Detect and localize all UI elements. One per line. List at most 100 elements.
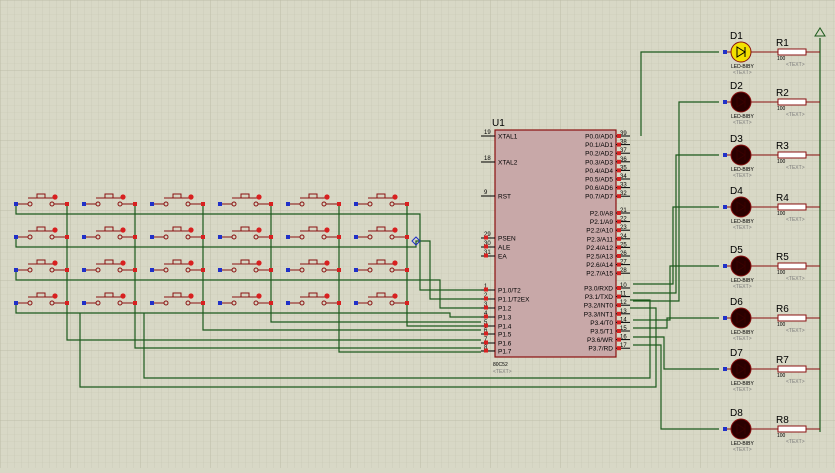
pin-marker xyxy=(484,314,488,319)
state-dot xyxy=(52,293,58,299)
chip-pin-number: 25 xyxy=(620,242,627,248)
terminal-right xyxy=(405,202,409,206)
terminal-right xyxy=(337,202,341,206)
led-off-icon xyxy=(730,418,752,440)
led-terminal xyxy=(723,427,727,431)
terminal-right xyxy=(133,202,137,206)
chip-text-placeholder: <TEXT> xyxy=(493,369,512,375)
resistor-value-label: 100 xyxy=(777,159,786,165)
led-text-placeholder: <TEXT> xyxy=(733,120,752,126)
pin-marker xyxy=(617,245,621,250)
resistor-value-label: 100 xyxy=(777,106,786,112)
state-dot xyxy=(188,293,194,299)
pin-marker xyxy=(617,151,621,156)
state-dot xyxy=(256,194,262,200)
resistor-body xyxy=(777,203,807,211)
pin-marker xyxy=(484,331,488,336)
chip-pin-name: P1.1/T2EX xyxy=(498,297,530,304)
schematic-canvas[interactable]: U1 80C52 <TEXT> 19 XTAL1 18 XTAL2 9 RST 29 PSEN 30 A… xyxy=(0,0,835,468)
chip-pin-name: P2.6/A14 xyxy=(586,262,613,269)
pin-marker xyxy=(617,177,621,181)
resistor-body xyxy=(777,98,807,106)
pin-marker xyxy=(617,211,621,215)
resistor-body xyxy=(777,262,807,270)
terminal-left xyxy=(218,235,222,239)
terminal-left xyxy=(82,202,86,206)
pin-marker xyxy=(484,235,488,240)
pin-marker xyxy=(617,194,621,199)
chip-pin-number: 36 xyxy=(620,157,627,163)
led-terminal xyxy=(723,100,727,104)
terminal-right xyxy=(405,268,409,272)
led-ref-label: D1 xyxy=(730,31,743,42)
chip-pin-name: P0.3/AD3 xyxy=(585,159,613,166)
chip-pin-name: P2.5/A13 xyxy=(586,254,613,261)
led-text-placeholder: <TEXT> xyxy=(733,225,752,231)
pin-marker xyxy=(617,346,621,351)
resistor-ref-label: R7 xyxy=(776,355,789,366)
state-dot xyxy=(52,260,58,266)
resistor-value-label: 100 xyxy=(777,373,786,379)
terminal-left xyxy=(14,202,18,206)
resistor-text-placeholder: <TEXT> xyxy=(786,112,805,118)
chip-pin-name: P1.5 xyxy=(498,332,512,339)
chip-pin-name: P1.3 xyxy=(498,315,512,322)
chip-pin-number: 35 xyxy=(620,165,627,171)
pin-marker xyxy=(617,271,621,276)
chip-pin-name: XTAL1 xyxy=(498,134,518,141)
terminal-right xyxy=(201,301,205,305)
state-dot xyxy=(120,194,126,200)
chip-pin-name: P1.4 xyxy=(498,324,512,331)
chip-pin-number: 38 xyxy=(620,140,627,146)
terminal-left xyxy=(218,202,222,206)
state-dot xyxy=(52,194,58,200)
chip-pin-name: P0.1/AD1 xyxy=(585,142,613,149)
state-dot xyxy=(392,227,398,233)
terminal-left xyxy=(354,301,358,305)
terminal-right xyxy=(269,202,273,206)
chip-pin-name: P3.2/INT0 xyxy=(584,303,614,310)
resistor-body xyxy=(777,151,807,159)
pin-marker xyxy=(484,287,488,292)
chip-pin-number: 37 xyxy=(620,148,627,154)
chip-pin-number: 14 xyxy=(620,317,627,323)
pin-marker xyxy=(484,244,488,249)
led-terminal xyxy=(723,153,727,157)
led-terminal xyxy=(723,316,727,320)
resistor-ref-label: R1 xyxy=(776,38,789,49)
chip-pin-number: 13 xyxy=(620,309,627,315)
terminal-right xyxy=(269,301,273,305)
pin-marker xyxy=(484,296,488,301)
led-ref-label: D4 xyxy=(730,186,743,197)
led-text-placeholder: <TEXT> xyxy=(733,284,752,290)
terminal-left xyxy=(82,301,86,305)
state-dot xyxy=(52,227,58,233)
chip-pin-name: P3.1/TXD xyxy=(585,294,613,301)
terminal-left xyxy=(82,235,86,239)
chip-pin-number: 34 xyxy=(620,174,627,180)
terminal-right xyxy=(201,235,205,239)
resistor-text-placeholder: <TEXT> xyxy=(786,217,805,223)
chip-pin-name: P2.2/A10 xyxy=(586,228,613,235)
chip-pin-number: 32 xyxy=(620,191,627,197)
resistor-text-placeholder: <TEXT> xyxy=(786,328,805,334)
led-ref-label: D8 xyxy=(730,408,743,419)
chip-pin-number: 18 xyxy=(484,156,491,162)
terminal-left xyxy=(286,301,290,305)
terminal-left xyxy=(150,301,154,305)
chip-pin-name: P2.3/A11 xyxy=(587,236,614,243)
pin-marker xyxy=(617,219,621,224)
resistor-ref-label: R4 xyxy=(776,193,789,204)
terminal-left xyxy=(354,268,358,272)
terminal-right xyxy=(269,235,273,239)
state-dot xyxy=(120,293,126,299)
state-dot xyxy=(392,293,398,299)
pin-marker xyxy=(484,340,488,345)
led-text-placeholder: <TEXT> xyxy=(733,447,752,453)
chip-pin-name: P2.7/A15 xyxy=(586,271,613,278)
led-off-icon xyxy=(730,255,752,277)
chip-pin-number: 23 xyxy=(620,225,627,231)
chip-pin-name: P0.6/AD6 xyxy=(585,185,613,192)
resistor-body xyxy=(777,425,807,433)
resistor-ref-label: R3 xyxy=(776,141,789,152)
